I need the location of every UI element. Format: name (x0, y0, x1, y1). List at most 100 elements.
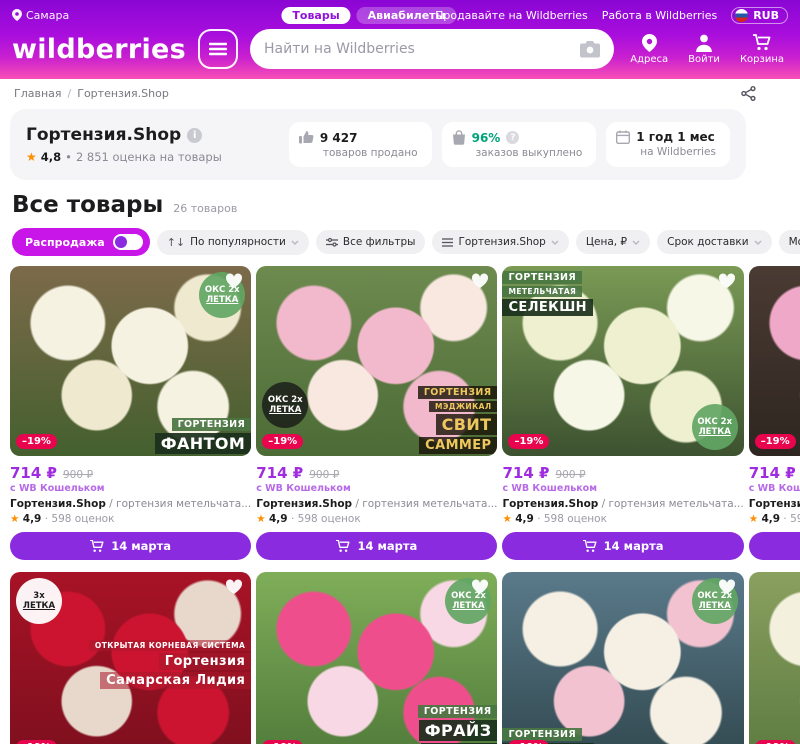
photo-labels: ГОРТЕНЗИЯФРАЙЗМЕЛЬБА (418, 705, 498, 744)
sale-toggle-chip[interactable]: Распродажа (12, 228, 150, 256)
search-bar[interactable] (250, 29, 614, 69)
favorite-icon[interactable] (225, 273, 243, 289)
price: 714 ₽ (256, 464, 303, 482)
product-photo[interactable]: ОКС 2х ЛЕТКА ГОРТЕНЗИЯСАММЕРЛАВ –19% (749, 266, 800, 456)
product-name: / гортензия метельчата... (106, 498, 251, 510)
product-title[interactable]: Гортензия.Shop / гортензия метельчата... (10, 498, 251, 510)
add-to-cart-button[interactable]: 14 марта (10, 532, 251, 560)
list-icon (442, 238, 453, 247)
photo-label: ФАНТОМ (155, 433, 251, 454)
product-rating: ★ 4,9 · 598 оценок (10, 513, 251, 525)
favorite-icon[interactable] (471, 273, 489, 289)
reviews-count: 598 оценок (790, 513, 800, 525)
addresses-button[interactable]: Адреса (630, 34, 668, 65)
ru-flag-icon (735, 9, 748, 22)
age-badge: 3х ЛЕТКА (16, 578, 62, 624)
favorite-icon[interactable] (225, 579, 243, 595)
star-icon: ★ (256, 513, 265, 525)
product-grid: ОКС 2х ЛЕТКА ГОРТЕНЗИЯФАНТОМ –19% 714 ₽ … (10, 266, 790, 744)
discount-badge: –19% (755, 434, 796, 449)
product-title[interactable]: Гортензия.Shop / гортензия метельчата... (749, 498, 800, 510)
reviews-count: 598 оценок (298, 513, 361, 525)
age-badge: ОКС 2х ЛЕТКА (692, 404, 738, 450)
product-card: 3х ЛЕТКА ОТКРЫТАЯ КОРНЕВАЯ СИСТЕМАГортен… (10, 572, 251, 744)
work-at-wb-link[interactable]: Работа в Wildberries (602, 9, 717, 22)
photo-labels: ОТКРЫТАЯ КОРНЕВАЯ СИСТЕМАГортензияСамарс… (89, 640, 251, 689)
shop-info-icon[interactable]: i (187, 128, 202, 143)
photo-labels: ГОРТЕНЗИЯМЕТЕЛЬЧАТАЯСЕЛЕКШН (502, 271, 592, 316)
add-to-cart-button[interactable]: 14 марта (502, 532, 743, 560)
tab-goods[interactable]: Товары (281, 7, 350, 24)
photo-label: ГОРТЕНЗИЯ (418, 386, 498, 399)
chevron-down-icon (291, 240, 299, 245)
discount-badge: –19% (755, 740, 796, 744)
photo-label: СВИТ (436, 414, 498, 435)
discount-badge: –19% (16, 434, 57, 449)
add-to-cart-button[interactable]: 14 марта (749, 532, 800, 560)
wallet-price-note: с WB Кошельком (749, 483, 800, 494)
products-count: 26 товаров (173, 202, 237, 215)
product-title[interactable]: Гортензия.Shop / гортензия метельчата... (502, 498, 743, 510)
tab-avia[interactable]: Авиабилеты (357, 7, 457, 24)
sort-icon: ↑↓ (167, 236, 185, 249)
sell-on-wb-link[interactable]: Продавайте на Wildberries (435, 9, 588, 22)
stat-time-on-wb: 1 год 1 мес на Wildberries (606, 122, 730, 167)
frost-filter-chip[interactable]: Морозостойкость (779, 230, 800, 254)
discount-badge: –19% (508, 740, 549, 744)
chevron-down-icon (754, 240, 762, 245)
cart-icon (583, 540, 597, 553)
delivery-filter-chip[interactable]: Срок доставки (657, 230, 771, 254)
favorite-icon[interactable] (718, 273, 736, 289)
price: 714 ₽ (502, 464, 549, 482)
star-icon: ★ (10, 513, 19, 525)
product-photo[interactable]: ОКС 2х ЛЕТКА ГОРТЕНЗИЯФАНТОМ –19% (10, 266, 251, 456)
photo-label: ГОРТЕНЗИЯ (418, 705, 498, 718)
old-price: 900 ₽ (555, 469, 585, 481)
shop-info-card: Гортензия.Shop i ★ 4,8 • 2 851 оценка на… (10, 109, 746, 180)
calendar-icon (616, 130, 630, 144)
photo-label: Гортензия (159, 653, 251, 670)
cart-button[interactable]: Корзина (740, 34, 784, 65)
star-icon: ★ (749, 513, 758, 525)
price-filter-chip[interactable]: Цена, ₽ (576, 230, 650, 254)
question-icon[interactable]: ? (506, 131, 519, 144)
product-photo[interactable]: ОКС 2х ЛЕТКА ГОРТЕНЗИЯМЕТЕЛЬЧАТАЯСЕЛЕКШН… (502, 266, 743, 456)
location-label: Самара (26, 9, 69, 22)
search-input[interactable] (264, 41, 572, 57)
seller-filter-chip[interactable]: Гортензия.Shop (432, 230, 568, 254)
product-photo[interactable]: ОКС 2х ЛЕТКА ГОРТЕНЗИЯМЭДЖИКАЛСВИТСАММЕР… (256, 266, 497, 456)
product-name: / гортензия метельчата... (598, 498, 743, 510)
product-photo[interactable]: ОКС 2х ЛЕТКА ГОРТЕНЗИЯГЕРКУЛЕС –19% (502, 572, 743, 744)
product-name: / гортензия метельчата... (352, 498, 497, 510)
sale-toggle-switch[interactable] (113, 234, 143, 250)
chevron-down-icon (551, 240, 559, 245)
share-icon[interactable] (741, 86, 756, 101)
all-filters-chip[interactable]: Все фильтры (316, 230, 426, 254)
login-button[interactable]: Войти (688, 34, 720, 65)
product-rating: ★ 4,9 · 598 оценок (749, 513, 800, 525)
product-photo[interactable]: 3х ЛЕТКА ОТКРЫТАЯ КОРНЕВАЯ СИСТЕМАГортен… (10, 572, 251, 744)
favorite-icon[interactable] (718, 579, 736, 595)
user-icon (696, 34, 712, 52)
catalog-menu-button[interactable] (198, 29, 238, 69)
add-to-cart-button[interactable]: 14 марта (256, 532, 497, 560)
wildberries-logo[interactable]: wildberries (12, 34, 186, 65)
product-photo[interactable]: ОКС 2х ЛЕТКА ГОРТЕНЗИЯФРАЙЗМЕЛЬБА –19% (256, 572, 497, 744)
location-selector[interactable]: Самара (12, 9, 69, 22)
breadcrumb: Главная / Гортензия.Shop (0, 79, 800, 105)
breadcrumb-shop[interactable]: Гортензия.Shop (77, 87, 169, 100)
favorite-icon[interactable] (471, 579, 489, 595)
camera-search-icon[interactable] (580, 41, 600, 58)
product-photo[interactable]: ОКС 2х ЛЕТКА ГОРТЕНЗИЯСКАЙФОЛЛ –19% (749, 572, 800, 744)
breadcrumb-home[interactable]: Главная (14, 87, 62, 100)
currency-selector[interactable]: RUB (731, 7, 788, 24)
addresses-pin-icon (642, 34, 657, 52)
age-badge: ОКС 2х ЛЕТКА (262, 382, 308, 428)
product-brand: Гортензия.Shop (10, 498, 106, 510)
sort-chip[interactable]: ↑↓ По популярности (157, 230, 309, 255)
product-title[interactable]: Гортензия.Shop / гортензия метельчата... (256, 498, 497, 510)
product-card: ОКС 2х ЛЕТКА ГОРТЕНЗИЯФАНТОМ –19% 714 ₽ … (10, 266, 251, 560)
shop-reviews-count[interactable]: 2 851 оценка на товары (76, 150, 222, 164)
star-icon: ★ (502, 513, 511, 525)
photo-label: МЕТЕЛЬЧАТАЯ (502, 286, 582, 297)
